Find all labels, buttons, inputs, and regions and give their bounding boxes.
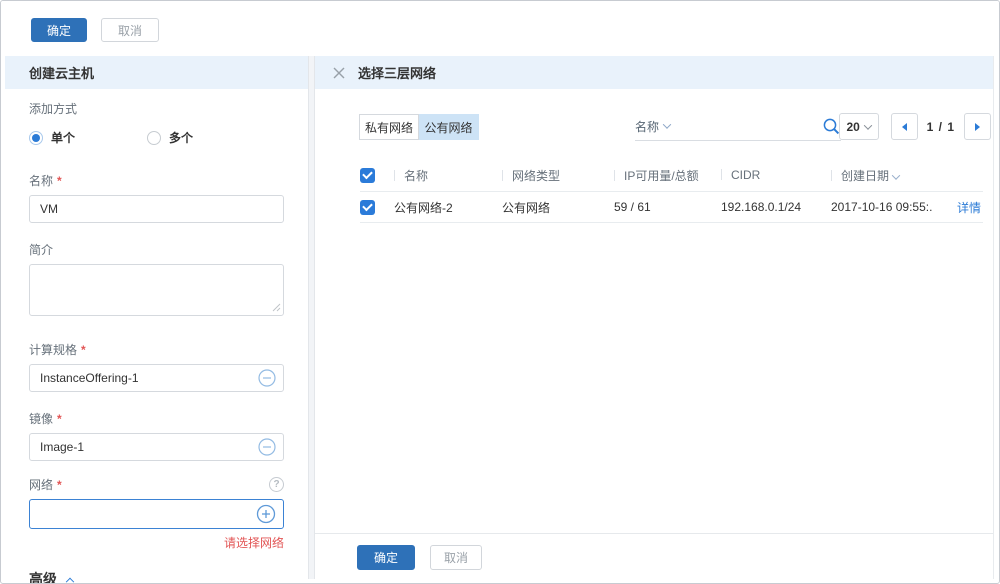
search-field-label: 名称: [635, 118, 659, 135]
tab-public-network[interactable]: 公有网络: [419, 114, 479, 140]
radio-option-label: 多个: [169, 129, 193, 146]
cell-created: 2017-10-16 09:55:...: [831, 200, 932, 214]
remove-image-button[interactable]: [258, 438, 276, 456]
page-size-select[interactable]: 20: [839, 113, 879, 140]
required-mark: *: [57, 412, 62, 426]
pagination: 20 1 / 1: [839, 113, 991, 140]
next-page-icon: [975, 123, 980, 131]
create-vm-screen: 确定 取消 创建云主机 添加方式 单个: [0, 0, 1000, 584]
next-page-button[interactable]: [964, 113, 991, 140]
advanced-label: 高级: [29, 569, 57, 584]
close-icon: [332, 66, 346, 80]
column-header-name: 名称: [394, 167, 502, 184]
cell-cidr: 192.168.0.1/24: [721, 200, 831, 214]
page-title: 创建云主机: [29, 63, 94, 82]
prev-page-button[interactable]: [891, 113, 918, 140]
resize-handle-icon[interactable]: [272, 303, 281, 312]
top-action-bar: 确定 取消: [1, 1, 999, 56]
network-type-tabs: 私有网络 公有网络: [359, 114, 479, 140]
panel-footer: 确定 取消: [315, 533, 993, 579]
minus-circle-icon: [258, 369, 276, 387]
required-mark: *: [57, 478, 62, 492]
table-header-row: 名称 网络类型 IP可用量/总额 CIDR 创建日期: [360, 159, 983, 192]
page-indicator: 1 / 1: [927, 120, 955, 134]
plus-circle-icon: [256, 504, 276, 524]
radio-unselected-icon: [147, 131, 161, 145]
cell-type: 公有网络: [502, 199, 614, 216]
image-input[interactable]: [29, 433, 284, 461]
cancel-button[interactable]: 取消: [101, 18, 159, 42]
column-header-cidr: CIDR: [721, 168, 831, 182]
panel-cancel-button[interactable]: 取消: [430, 545, 482, 570]
radio-selected-icon: [29, 131, 43, 145]
page-size-value: 20: [846, 120, 859, 134]
radio-option-label: 单个: [51, 129, 75, 146]
radio-option-multiple[interactable]: 多个: [147, 129, 193, 146]
cell-name: 公有网络-2: [394, 199, 502, 216]
remove-instance-offering-button[interactable]: [258, 369, 276, 387]
chevron-up-icon: [66, 578, 74, 584]
network-input[interactable]: [29, 499, 284, 529]
create-vm-form: 添加方式 单个 多个 名称*: [5, 100, 308, 584]
chevron-down-icon: [663, 120, 671, 128]
search-input[interactable]: 名称: [635, 112, 841, 141]
column-header-created[interactable]: 创建日期: [831, 167, 932, 184]
sort-icon: [892, 171, 900, 179]
add-mode-label: 添加方式: [29, 100, 77, 117]
instance-offering-input[interactable]: [29, 364, 284, 392]
required-mark: *: [57, 174, 62, 188]
name-label: 名称*: [29, 172, 62, 189]
panel-confirm-button[interactable]: 确定: [357, 545, 415, 570]
radio-option-single[interactable]: 单个: [29, 129, 75, 146]
advanced-section-toggle[interactable]: 高级: [29, 569, 284, 584]
instance-offering-label: 计算规格*: [29, 341, 86, 358]
cell-ip-usage: 59 / 61: [614, 200, 721, 214]
image-label: 镜像*: [29, 410, 62, 427]
help-icon[interactable]: ?: [269, 477, 284, 492]
add-mode-radio-group: 单个 多个: [29, 129, 284, 146]
detail-link[interactable]: 详情: [957, 201, 981, 215]
tab-private-network[interactable]: 私有网络: [359, 114, 419, 140]
required-mark: *: [81, 343, 86, 357]
create-vm-panel-header: 创建云主机: [5, 56, 308, 89]
chevron-down-icon: [864, 121, 872, 129]
description-textarea[interactable]: [29, 264, 284, 316]
network-table: 名称 网络类型 IP可用量/总额 CIDR 创建日期 公有网络-2 公有网络 5…: [360, 159, 983, 223]
panel-title: 选择三层网络: [358, 63, 436, 82]
network-label: 网络*: [29, 476, 62, 493]
close-panel-button[interactable]: [332, 66, 346, 80]
select-all-checkbox[interactable]: [360, 168, 375, 183]
column-header-ip: IP可用量/总额: [614, 167, 721, 184]
column-header-type: 网络类型: [502, 167, 614, 184]
minus-circle-icon: [258, 438, 276, 456]
description-label: 简介: [29, 241, 53, 258]
main-area: 创建云主机 添加方式 单个 多个: [5, 56, 994, 579]
table-row[interactable]: 公有网络-2 公有网络 59 / 61 192.168.0.1/24 2017-…: [360, 192, 983, 223]
add-network-button[interactable]: [256, 504, 276, 524]
confirm-button[interactable]: 确定: [31, 18, 87, 42]
row-checkbox[interactable]: [360, 200, 375, 215]
search-field-selector[interactable]: 名称: [635, 118, 670, 135]
network-error-message: 请选择网络: [29, 534, 284, 551]
name-input[interactable]: [29, 195, 284, 223]
select-network-panel: 选择三层网络 私有网络 公有网络 名称: [314, 56, 994, 579]
prev-page-icon: [902, 123, 907, 131]
create-vm-panel: 创建云主机 添加方式 单个 多个: [5, 56, 309, 579]
select-network-panel-header: 选择三层网络: [315, 56, 993, 89]
